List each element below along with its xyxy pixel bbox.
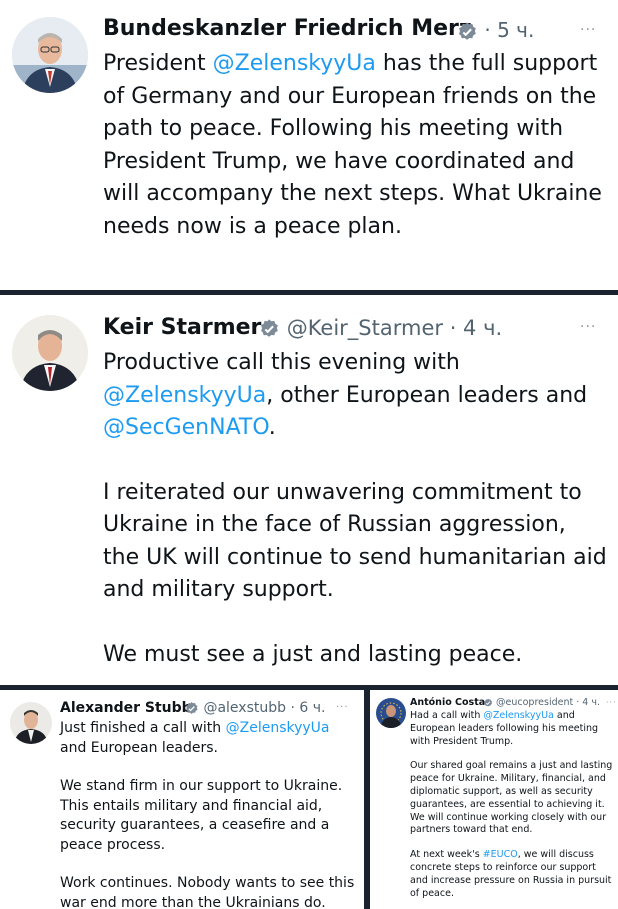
text: , other European leaders and <box>266 382 588 408</box>
text: . <box>268 415 276 440</box>
tweet-text: President @ZelenskyyUa has the full supp… <box>103 48 608 243</box>
stubb-portrait-icon <box>10 702 52 744</box>
paragraph: Just finished a call with @ZelenskyyUa a… <box>60 719 358 758</box>
paragraph: Productive call this evening with @Zelen… <box>103 347 608 445</box>
mention-link[interactable]: @ZelenskyyUa <box>213 51 376 76</box>
verified-icon <box>261 319 278 337</box>
tweet-costa[interactable]: António Costa @eucopresident · 4 ч. ··· … <box>370 690 618 909</box>
verified-icon <box>484 698 492 707</box>
tweet-meta: @alexstubb · 6 ч. <box>184 700 325 716</box>
paragraph: We stand firm in our support to Ukraine.… <box>60 777 358 855</box>
tweet-meta: @Keir_Starmer · 4 ч. <box>258 316 502 340</box>
verified-icon <box>459 21 476 40</box>
paragraph: I reiterated our unwavering commitment t… <box>103 477 608 607</box>
text: Our shared goal remains a just and lasti… <box>410 760 613 836</box>
tweet-meta: · 5 ч. <box>456 18 534 43</box>
avatar-starmer[interactable] <box>12 315 88 391</box>
text: We must see a just and lasting peace. <box>103 641 523 667</box>
tweet-time[interactable]: · 6 ч. <box>290 700 325 716</box>
more-options-icon[interactable]: ··· <box>580 22 596 38</box>
tweet-stubb[interactable]: Alexander Stubb @alexstubb · 6 ч. ··· Ju… <box>0 690 364 909</box>
text: Had a call with <box>410 710 484 721</box>
mention-link[interactable]: @ZelenskyyUa <box>103 383 266 408</box>
text: I reiterated our unwavering commitment t… <box>103 479 607 603</box>
tweet-starmer[interactable]: Keir Starmer @Keir_Starmer · 4 ч. ··· Pr… <box>0 295 618 685</box>
text: Productive call this evening with <box>103 350 460 375</box>
paragraph: At next week's #EUCO, we will discuss co… <box>410 849 614 900</box>
more-options-icon[interactable]: ··· <box>606 698 617 707</box>
verified-icon <box>186 701 198 714</box>
text: has the full support of Germany and our … <box>103 51 602 239</box>
author-handle[interactable]: @Keir_Starmer <box>287 316 443 340</box>
mention-link[interactable]: @SecGenNATO <box>103 415 269 440</box>
paragraph: Work continues. Nobody wants to see this… <box>60 874 358 909</box>
author-handle[interactable]: @eucopresident <box>496 697 573 708</box>
tweet-meta: @eucopresident · 4 ч. <box>483 697 600 708</box>
paragraph: Our shared goal remains a just and lasti… <box>410 760 614 837</box>
author-name[interactable]: António Costa <box>410 697 485 708</box>
author-name[interactable]: Keir Starmer <box>103 315 261 340</box>
text: At next week's <box>410 849 483 861</box>
author-name[interactable]: Alexander Stubb <box>60 700 192 716</box>
tweet-time[interactable]: · 4 ч. <box>576 697 600 708</box>
costa-portrait-icon <box>376 698 406 728</box>
paragraph: President @ZelenskyyUa has the full supp… <box>103 48 608 243</box>
tweet-text: Just finished a call with @ZelenskyyUa a… <box>60 719 358 909</box>
text: Just finished a call with <box>60 720 226 736</box>
tweet-text: Productive call this evening with @Zelen… <box>103 347 608 671</box>
more-options-icon[interactable]: ··· <box>336 702 349 713</box>
author-handle[interactable]: @alexstubb <box>203 700 286 716</box>
tweet-text: Had a call with @ZelenskyyUa and Europea… <box>410 710 614 900</box>
hashtag-link[interactable]: #EUCO <box>483 849 518 860</box>
paragraph: We must see a just and lasting peace. <box>103 639 608 672</box>
starmer-portrait-icon <box>12 315 88 391</box>
tweet-merz[interactable]: Bundeskanzler Friedrich Merz · 5 ч. ··· … <box>0 0 618 290</box>
avatar-stubb[interactable] <box>10 702 52 744</box>
author-name[interactable]: Bundeskanzler Friedrich Merz <box>103 16 472 41</box>
merz-portrait-icon <box>12 17 88 93</box>
mention-link[interactable]: @ZelenskyyUa <box>226 720 330 736</box>
more-options-icon[interactable]: ··· <box>580 319 596 335</box>
text: President <box>103 51 213 76</box>
avatar-costa[interactable] <box>376 698 406 728</box>
mention-link[interactable]: @ZelenskyyUa <box>483 710 554 721</box>
text: We stand firm in our support to Ukraine.… <box>60 778 343 853</box>
tweet-time[interactable]: · 4 ч. <box>450 316 502 340</box>
text: and European leaders. <box>60 739 219 756</box>
tweet-time[interactable]: · 5 ч. <box>484 18 534 42</box>
paragraph: Had a call with @ZelenskyyUa and Europea… <box>410 710 614 748</box>
avatar-merz[interactable] <box>12 17 88 93</box>
text: Work continues. Nobody wants to see this… <box>60 875 355 909</box>
